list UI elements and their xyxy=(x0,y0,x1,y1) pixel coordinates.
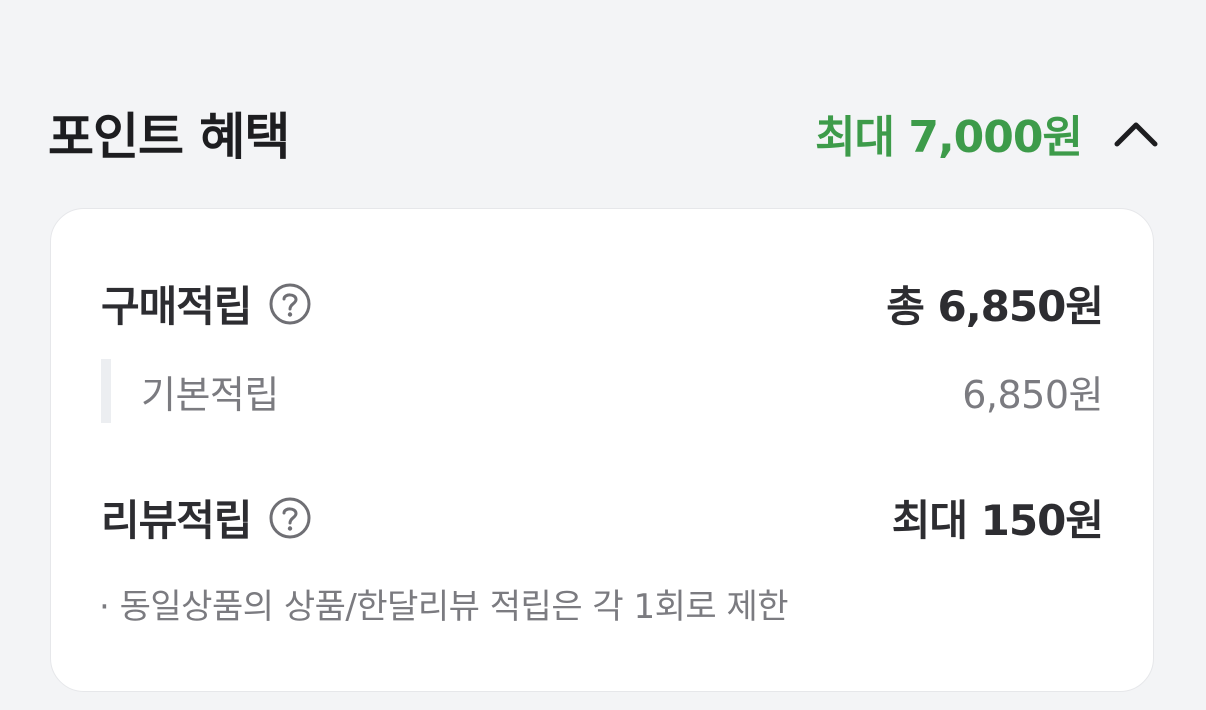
basic-points-value: 6,850원 xyxy=(962,372,1103,417)
benefit-toggle[interactable]: 최대 7,000원 xyxy=(815,101,1160,165)
purchase-points-total: 총 6,850원 xyxy=(886,282,1104,331)
chevron-up-icon[interactable] xyxy=(1112,109,1160,157)
review-limit-note: · 동일상품의 상품/한달리뷰 적립은 각 1회로 제한 xyxy=(99,587,789,627)
section-title: 포인트 혜택 xyxy=(48,108,290,166)
basic-points-label-group: 기본적립 xyxy=(101,359,279,423)
basic-points-row: 기본적립 6,850원 xyxy=(101,359,1103,423)
question-circle-icon[interactable] xyxy=(268,282,312,326)
purchase-points-label: 구매적립 xyxy=(101,282,253,331)
purchase-points-label-group: 구매적립 xyxy=(101,273,312,334)
points-detail-card: 구매적립 총 6,850원 기본적립 6,850원 리뷰적립 최대 150원 ·… xyxy=(50,208,1154,692)
review-points-row: 리뷰적립 최대 150원 xyxy=(101,487,1104,548)
points-benefit-header: 포인트 혜택 최대 7,000원 xyxy=(48,94,1160,172)
purchase-points-row: 구매적립 총 6,850원 xyxy=(101,273,1104,334)
review-points-label: 리뷰적립 xyxy=(101,496,253,545)
indent-bar xyxy=(101,359,111,423)
max-points-label: 최대 7,000원 xyxy=(815,112,1083,163)
review-points-value: 최대 150원 xyxy=(891,496,1104,545)
question-circle-icon[interactable] xyxy=(268,496,312,540)
basic-points-label: 기본적립 xyxy=(141,372,279,417)
review-points-label-group: 리뷰적립 xyxy=(101,487,312,548)
